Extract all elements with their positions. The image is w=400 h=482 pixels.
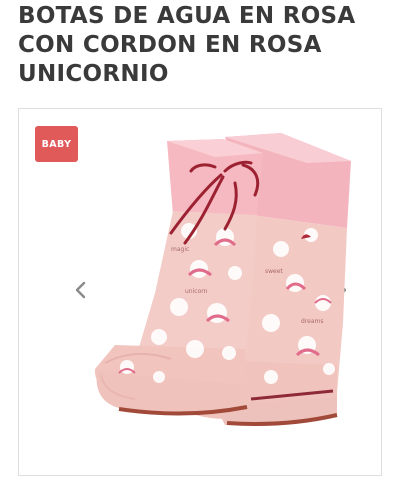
svg-text:dreams: dreams bbox=[301, 318, 323, 325]
svg-text:sweet: sweet bbox=[265, 268, 283, 275]
product-page: BOTAS DE AGUA EN ROSA CON CORDON EN ROSA… bbox=[0, 0, 400, 482]
svg-text:magic: magic bbox=[171, 246, 189, 253]
svg-text:unicorn: unicorn bbox=[185, 288, 208, 295]
category-badge: BABY bbox=[35, 126, 78, 162]
front-boot: magic unicorn bbox=[94, 139, 263, 416]
product-title: BOTAS DE AGUA EN ROSA CON CORDON EN ROSA… bbox=[18, 3, 356, 87]
product-image[interactable]: sweet dreams magic unicorn bbox=[75, 123, 355, 433]
product-gallery[interactable]: BABY sweet dreams magic unicorn bbox=[18, 108, 382, 476]
